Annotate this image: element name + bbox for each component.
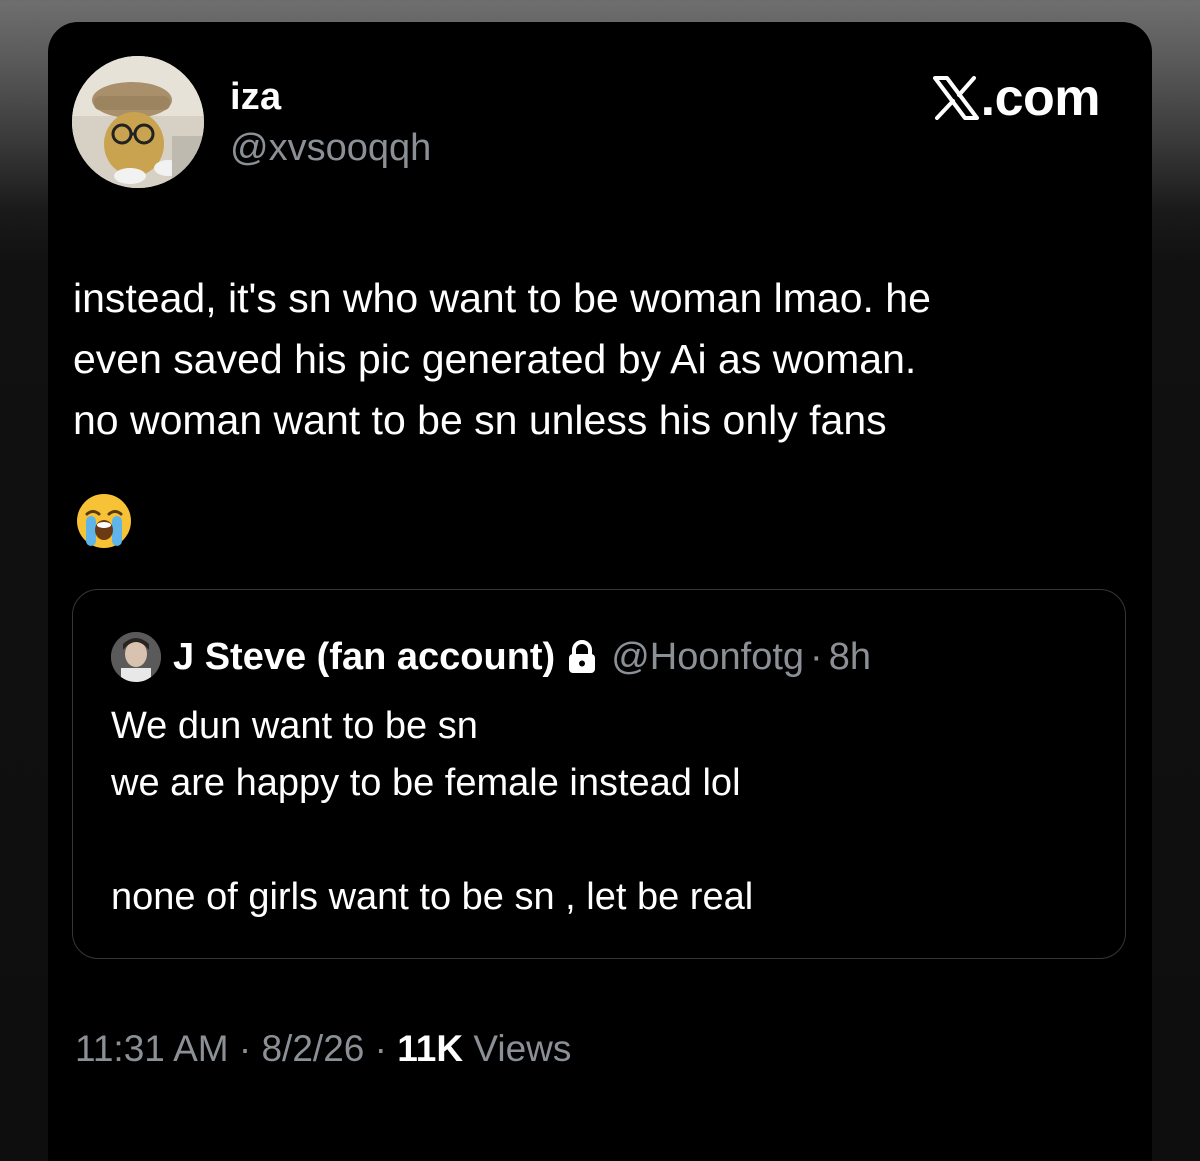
tweet-meta: 11:31 AM · 8/2/26 · 11K Views: [75, 1028, 571, 1070]
author-avatar[interactable]: [72, 56, 204, 188]
tweet-time[interactable]: 11:31 AM: [75, 1028, 229, 1069]
quoted-author-handle[interactable]: @Hoonfotg: [611, 636, 804, 679]
tweet-card: iza @xvsooqqh .com instead, it's sn who …: [48, 22, 1152, 1161]
tweet-line: even saved his pic generated by Ai as wo…: [73, 336, 917, 382]
quoted-author-display-name[interactable]: J Steve (fan account): [173, 636, 555, 679]
tweet-text: instead, it's sn who want to be woman lm…: [73, 268, 1133, 451]
tweet-line: no woman want to be sn unless his only f…: [73, 397, 887, 443]
quoted-line: We dun want to be sn: [111, 705, 478, 747]
brand-watermark: .com: [932, 68, 1101, 128]
quoted-tweet-header: J Steve (fan account) @Hoonfotg · 8h: [111, 632, 871, 682]
loudly-crying-face-icon: [77, 494, 131, 548]
x-logo-icon: [932, 76, 979, 120]
meta-separator: ·: [364, 1028, 398, 1069]
separator-dot: ·: [810, 635, 823, 678]
tweet-date[interactable]: 8/2/26: [261, 1028, 364, 1069]
quoted-author-avatar[interactable]: [111, 632, 161, 682]
quoted-timestamp[interactable]: 8h: [829, 636, 871, 679]
tweet-line: instead, it's sn who want to be woman lm…: [73, 275, 931, 321]
quoted-tweet-text: We dun want to be sn we are happy to be …: [111, 698, 753, 926]
avatar-image: [111, 632, 161, 682]
author-display-name[interactable]: iza: [230, 76, 281, 119]
author-handle[interactable]: @xvsooqqh: [230, 127, 431, 170]
meta-separator: ·: [228, 1028, 262, 1069]
quoted-line: we are happy to be female instead lol: [111, 762, 741, 804]
lock-icon: [567, 640, 597, 674]
quoted-line: none of girls want to be sn , let be rea…: [111, 876, 754, 918]
brand-label: .com: [980, 69, 1101, 127]
quoted-tweet[interactable]: J Steve (fan account) @Hoonfotg · 8h We …: [72, 589, 1126, 959]
avatar-image: [72, 56, 204, 188]
views-label: Views: [463, 1028, 572, 1069]
views-count[interactable]: 11K: [397, 1028, 463, 1069]
